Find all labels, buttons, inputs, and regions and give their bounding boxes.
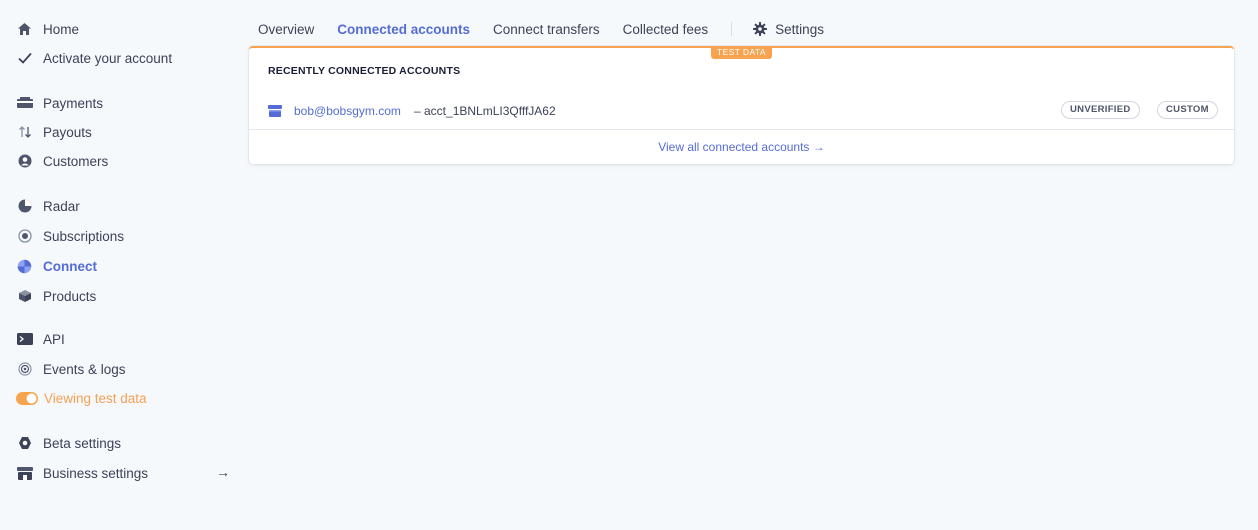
sidebar-item-subscriptions[interactable]: Subscriptions — [16, 225, 124, 247]
products-icon — [16, 288, 33, 305]
test-data-badge: TEST DATA — [711, 46, 772, 59]
sidebar-item-home[interactable]: Home — [16, 18, 79, 40]
tab-connected-accounts[interactable]: Connected accounts — [337, 22, 470, 37]
checkmark-icon — [16, 50, 33, 67]
sidebar-item-label: Activate your account — [43, 50, 173, 66]
sidebar-item-label: Business settings — [43, 465, 149, 481]
sidebar-item-customers[interactable]: Customers — [16, 150, 108, 172]
account-row[interactable]: bob@bobsgym.com – acct_1BNLmLI3QfffJA62 … — [249, 94, 1234, 130]
subscriptions-icon — [16, 228, 33, 245]
account-store-icon — [268, 104, 282, 117]
sidebar-item-label: Radar — [43, 198, 80, 214]
events-icon — [16, 361, 33, 378]
card-title: RECENTLY CONNECTED ACCOUNTS — [268, 65, 461, 77]
sidebar-item-events[interactable]: Events & logs — [16, 358, 126, 380]
sidebar-item-label: Payments — [43, 95, 104, 111]
business-settings-arrow-icon[interactable]: → — [216, 464, 230, 480]
home-icon — [16, 21, 33, 38]
account-type-badge: CUSTOM — [1157, 101, 1218, 119]
view-all-accounts-link[interactable]: View all connected accounts → — [249, 140, 1234, 154]
sidebar-item-label: Beta settings — [43, 435, 122, 451]
radar-icon — [16, 198, 33, 215]
toggle-icon — [16, 390, 38, 407]
sidebar-item-label: Events & logs — [43, 361, 126, 377]
sidebar-item-label: Home — [43, 21, 80, 37]
sidebar: Home Activate your account Payments Payo… — [0, 0, 248, 530]
payouts-icon — [16, 124, 33, 141]
api-icon — [16, 331, 33, 348]
business-icon — [16, 465, 33, 482]
customers-icon — [16, 153, 33, 170]
sidebar-item-label: Products — [43, 288, 97, 304]
sidebar-item-label: Payouts — [43, 124, 92, 140]
payments-icon — [16, 95, 33, 112]
tab-settings[interactable]: Settings — [753, 22, 824, 37]
sidebar-item-label: Viewing test data — [44, 390, 147, 406]
gear-icon — [753, 22, 768, 36]
top-tabs: Overview Connected accounts Connect tran… — [258, 18, 847, 40]
tab-collected-fees[interactable]: Collected fees — [623, 22, 709, 37]
sidebar-item-activate[interactable]: Activate your account — [16, 47, 172, 69]
status-badge: UNVERIFIED — [1061, 101, 1140, 119]
sidebar-item-payouts[interactable]: Payouts — [16, 121, 92, 143]
sidebar-item-label: Subscriptions — [43, 228, 125, 244]
tab-connect-transfers[interactable]: Connect transfers — [493, 22, 600, 37]
tab-settings-label: Settings — [775, 21, 824, 37]
app-root: Home Activate your account Payments Payo… — [0, 0, 1258, 530]
sidebar-item-label: Customers — [43, 153, 109, 169]
recent-accounts-card: TEST DATA RECENTLY CONNECTED ACCOUNTS bo… — [249, 46, 1234, 164]
sidebar-item-beta-settings[interactable]: Beta settings — [16, 432, 121, 454]
beta-icon — [16, 435, 33, 452]
tab-divider — [731, 22, 733, 36]
sidebar-item-label: Connect — [43, 258, 97, 274]
sidebar-item-products[interactable]: Products — [16, 285, 96, 307]
sidebar-item-api[interactable]: API — [16, 328, 65, 350]
account-id: – acct_1BNLmLI3QfffJA62 — [414, 104, 556, 118]
sidebar-item-payments[interactable]: Payments — [16, 92, 103, 114]
account-email-link[interactable]: bob@bobsgym.com — [294, 104, 401, 118]
sidebar-item-connect[interactable]: Connect — [16, 255, 97, 277]
tab-overview[interactable]: Overview — [258, 22, 314, 37]
connect-icon — [16, 258, 33, 275]
sidebar-item-test-data-toggle[interactable]: Viewing test data — [16, 387, 147, 409]
sidebar-item-label: API — [43, 331, 65, 347]
sidebar-item-radar[interactable]: Radar — [16, 195, 80, 217]
sidebar-item-business-settings[interactable]: Business settings — [16, 462, 148, 484]
